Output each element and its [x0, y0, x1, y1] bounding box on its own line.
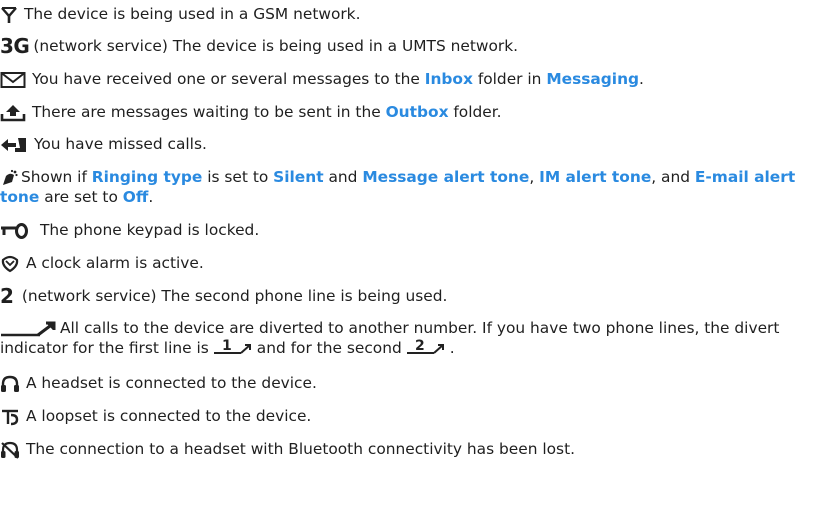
status-row-silent: Shown if Ringing type is set to Silent a…: [0, 167, 838, 207]
divert-line-2-icon: 2: [406, 338, 446, 361]
silent-link[interactable]: Silent: [273, 168, 323, 186]
row-text-mid: and for the second: [256, 339, 402, 357]
silent-icon: [0, 169, 18, 187]
status-row-loopset: A loopset is connected to the device.: [0, 406, 840, 426]
missed-call-icon: [0, 136, 28, 154]
row-text: A headset is connected to the device.: [26, 374, 317, 392]
off-link[interactable]: Off: [123, 188, 149, 206]
im-alert-tone-link[interactable]: IM alert tone: [539, 168, 651, 186]
loopset-icon: [0, 408, 20, 426]
page: { "rows": [ {"icon": "antenna-icon", "te…: [0, 0, 840, 531]
antenna-icon: [0, 6, 18, 24]
ringing-type-link[interactable]: Ringing type: [92, 168, 203, 186]
row-text-post: folder.: [448, 103, 502, 121]
row-text: A clock alarm is active.: [26, 254, 204, 272]
status-row-missed-calls: You have missed calls.: [0, 134, 840, 154]
row-text-pre: There are messages waiting to be sent in…: [32, 103, 386, 121]
row-text: The device is being used in a GSM networ…: [24, 5, 361, 23]
headset-icon: [0, 375, 20, 393]
3g-icon: 3G: [0, 34, 30, 58]
row-text: A loopset is connected to the device.: [26, 407, 312, 425]
status-row-keypad-lock: The phone keypad is locked.: [0, 220, 840, 240]
row-text: (network service) The second phone line …: [21, 287, 448, 305]
alarm-clock-icon: [0, 255, 20, 273]
row-text-mid5: are set to: [39, 188, 123, 206]
inbox-link[interactable]: Inbox: [425, 70, 473, 88]
key-icon: [0, 222, 28, 239]
outbox-icon: [0, 104, 26, 122]
divert-line-2-label: 2: [415, 338, 425, 354]
divert-icon: [0, 321, 56, 337]
row-text-mid4: , and: [651, 168, 695, 186]
status-row-second-line: 2 (network service) The second phone line…: [0, 286, 840, 306]
status-row-messages: You have received one or several message…: [0, 69, 840, 89]
status-row-bluetooth-lost: The connection to a headset with Bluetoo…: [0, 439, 840, 459]
row-text-post: .: [639, 70, 644, 88]
status-row-outbox: There are messages waiting to be sent in…: [0, 102, 840, 122]
row-text: The connection to a headset with Bluetoo…: [26, 440, 575, 458]
outbox-link[interactable]: Outbox: [386, 103, 449, 121]
row-text-pre: Shown if: [21, 168, 92, 186]
row-text: You have missed calls.: [34, 135, 207, 153]
bluetooth-lost-icon: [0, 441, 20, 459]
divert-line-1-label: 1: [222, 338, 232, 354]
status-row-3g: 3G (network service) The device is being …: [0, 36, 840, 56]
status-row-alarm: A clock alarm is active.: [0, 253, 840, 273]
row-text-post: .: [449, 339, 455, 357]
row-text-mid: folder in: [472, 70, 547, 88]
status-row-divert: All calls to the device are diverted to …: [0, 318, 838, 361]
row-text: (network service) The device is being us…: [33, 37, 518, 55]
envelope-icon: [0, 71, 26, 89]
row-text-mid3: ,: [529, 168, 540, 186]
row-text-mid1: is set to: [202, 168, 274, 186]
message-alert-tone-link[interactable]: Message alert tone: [362, 168, 529, 186]
status-row-headset: A headset is connected to the device.: [0, 373, 840, 393]
row-text-post: .: [148, 188, 154, 206]
row-text-mid2: and: [323, 168, 363, 186]
status-row-gsm: The device is being used in a GSM networ…: [0, 4, 840, 24]
row-text-pre: You have received one or several message…: [32, 70, 425, 88]
row-text: The phone keypad is locked.: [40, 221, 260, 239]
line-2-icon: 2: [0, 284, 14, 308]
messaging-link[interactable]: Messaging: [546, 70, 639, 88]
divert-line-1-icon: 1: [213, 338, 253, 361]
